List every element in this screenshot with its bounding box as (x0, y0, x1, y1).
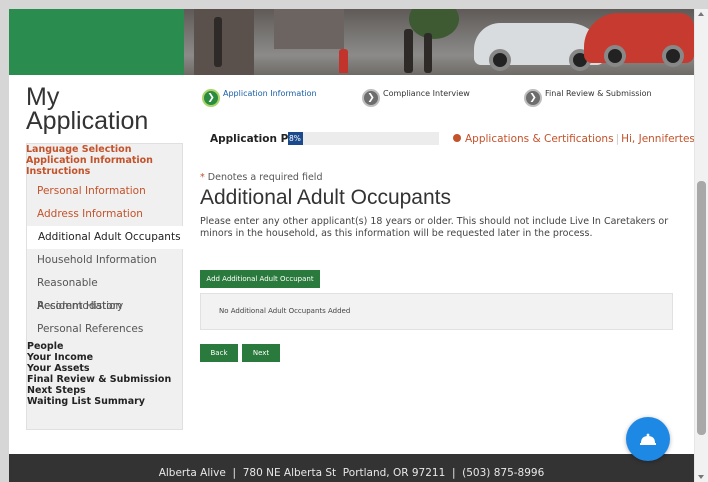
back-button[interactable]: Back (200, 344, 238, 362)
sidebar-item-your-income[interactable]: Your Income (27, 352, 182, 363)
status-dot-icon (453, 134, 461, 142)
progress-fill: 8% (288, 132, 304, 145)
step-application-information[interactable]: ❯ Application Information (202, 87, 317, 107)
sidebar-item-waiting-list-summary[interactable]: Waiting List Summary (27, 396, 182, 407)
sidebar-item-reasonable-accommodation[interactable]: Reasonable Accommodation (27, 272, 182, 312)
chat-button[interactable] (626, 417, 670, 461)
sidebar-item-final-review[interactable]: Final Review & Submission (27, 374, 182, 385)
sidebar-item-language[interactable]: Language Selection (26, 144, 182, 155)
sidebar-item-personal-references[interactable]: Personal References (27, 318, 182, 341)
progress-bar: 8% (288, 132, 439, 145)
required-note: * Denotes a required field (200, 172, 323, 183)
applications-link[interactable]: Applications & Certifications (465, 133, 614, 145)
header-photo (184, 9, 694, 75)
scrollbar[interactable] (694, 9, 708, 482)
scroll-up-icon[interactable] (698, 12, 704, 16)
step-label: Final Review & Submission (545, 89, 652, 98)
step-compliance-interview[interactable]: ❯ Compliance Interview (362, 87, 470, 107)
section-description: Please enter any other applicant(s) 18 y… (200, 216, 669, 239)
chevron-right-icon: ❯ (524, 89, 542, 107)
sidebar-item-your-assets[interactable]: Your Assets (27, 363, 182, 374)
chevron-right-icon: ❯ (362, 89, 380, 107)
empty-occupants-message: No Additional Adult Occupants Added (200, 293, 673, 330)
sidebar-item-address-information[interactable]: Address Information (27, 203, 182, 226)
add-adult-occupant-button[interactable]: Add Additional Adult Occupant (200, 270, 320, 288)
scroll-thumb[interactable] (697, 181, 706, 435)
sidebar: Language Selection Application Informati… (26, 143, 183, 430)
section-title: Additional Adult Occupants (200, 186, 451, 209)
header-brand-block (9, 9, 184, 75)
footer: Alberta Alive | 780 NE Alberta St Portla… (9, 454, 694, 482)
sidebar-item-resident-history[interactable]: Resident History (27, 295, 182, 318)
bell-icon (640, 433, 656, 445)
sidebar-item-application-instructions[interactable]: Application Information Instructions (26, 155, 176, 177)
sidebar-item-personal-information[interactable]: Personal Information (27, 180, 182, 203)
header-links: Applications & Certifications | Hi, Jennif… (453, 133, 694, 145)
user-menu[interactable]: Hi, Jennifertest (621, 133, 694, 145)
sidebar-item-household-information[interactable]: Household Information (27, 249, 182, 272)
sidebar-item-people[interactable]: People (27, 341, 182, 352)
scroll-down-icon[interactable] (698, 475, 704, 479)
next-button[interactable]: Next (242, 344, 280, 362)
sidebar-item-next-steps[interactable]: Next Steps (27, 385, 182, 396)
sidebar-item-additional-adult-occupants[interactable]: Additional Adult Occupants (26, 226, 183, 249)
step-final-review[interactable]: ❯ Final Review & Submission (524, 87, 652, 107)
step-label: Application Information (223, 89, 317, 98)
chevron-right-icon: ❯ (202, 89, 220, 107)
step-label: Compliance Interview (383, 89, 470, 98)
page-title: My Application (26, 83, 149, 135)
page: My Application ❯ Application Information… (9, 9, 694, 482)
